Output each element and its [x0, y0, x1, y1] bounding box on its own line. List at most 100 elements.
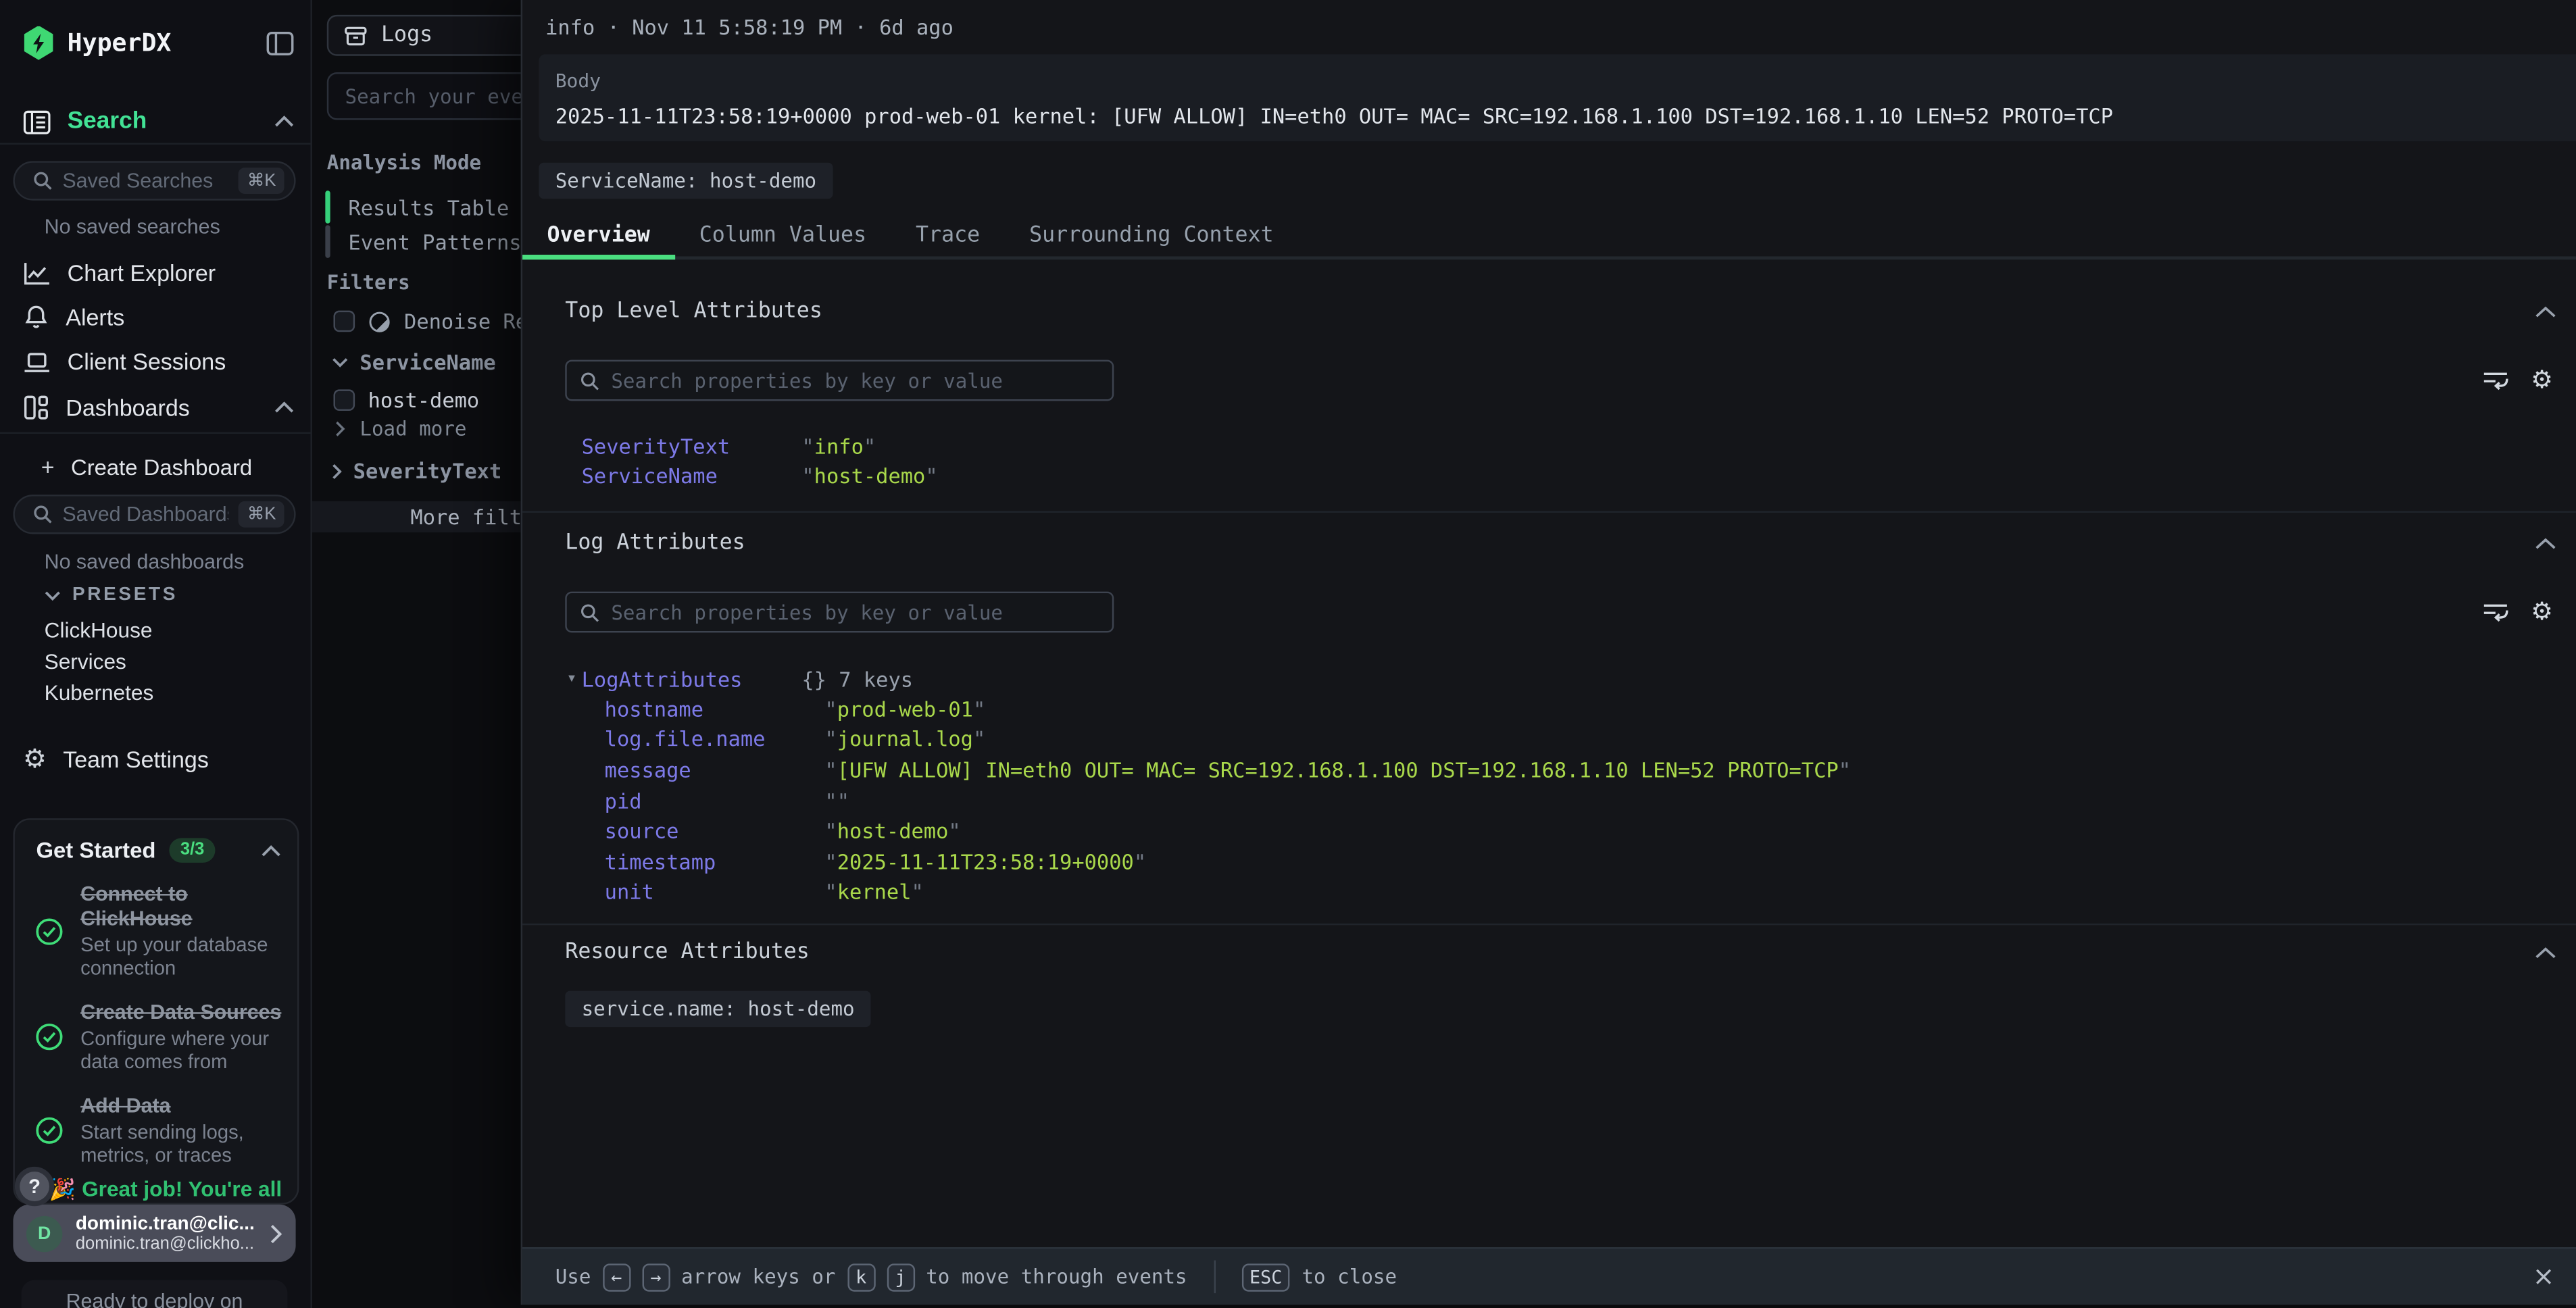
get-started-item[interactable]: Connect to ClickHouse Set up your databa…: [15, 863, 297, 981]
check-circle-icon: [34, 1022, 64, 1052]
attribute-value[interactable]: host-demo: [824, 819, 960, 843]
close-icon[interactable]: ×: [2533, 1263, 2555, 1290]
attribute-row[interactable]: log.file.name journal.log: [605, 724, 1851, 755]
create-dashboard-button[interactable]: + Create Dashboard: [41, 445, 294, 488]
denoise-icon: [368, 309, 391, 332]
attribute-key[interactable]: source: [605, 819, 825, 843]
divider: [0, 432, 310, 434]
log-attributes-parent-row[interactable]: ▾ LogAttributes {} 7 keys: [568, 664, 913, 695]
denoise-checkbox[interactable]: [334, 311, 355, 332]
attribute-key[interactable]: LogAttributes: [582, 667, 802, 691]
divider: [0, 143, 310, 145]
sidebar-item-alerts[interactable]: Alerts: [23, 296, 294, 338]
attribute-row[interactable]: unit kernel: [605, 877, 1851, 907]
sidebar-item-chart-explorer[interactable]: Chart Explorer: [23, 251, 294, 294]
attribute-value[interactable]: 2025-11-11T23:58:19+0000: [824, 849, 1146, 874]
attribute-key[interactable]: log.file.name: [605, 727, 825, 751]
load-more-button[interactable]: Load more: [335, 418, 467, 441]
tab-overview[interactable]: Overview: [522, 216, 674, 257]
filter-group-servicename[interactable]: ServiceName: [332, 350, 496, 374]
mode-results-table[interactable]: Results Table: [325, 191, 509, 224]
user-menu[interactable]: D dominic.tran@clic... dominic.tran@clic…: [13, 1205, 295, 1262]
attribute-row[interactable]: ServiceName host-demo: [582, 461, 938, 491]
attribute-row[interactable]: pid: [605, 785, 1851, 815]
sidebar-item-team-settings[interactable]: ⚙ Team Settings: [23, 738, 294, 780]
attribute-value[interactable]: kernel: [824, 880, 923, 904]
attribute-row[interactable]: timestamp 2025-11-11T23:58:19+0000: [605, 847, 1851, 877]
attribute-key[interactable]: message: [605, 757, 825, 782]
saved-dashboards-input[interactable]: [62, 503, 229, 526]
ready-to-deploy-banner[interactable]: Ready to deploy on: [22, 1280, 288, 1308]
get-started-item[interactable]: Add Data Start sending logs, metrics, or…: [15, 1074, 297, 1167]
gear-icon[interactable]: ⚙: [2531, 600, 2553, 624]
help-button[interactable]: ?: [15, 1167, 54, 1206]
wrap-lines-icon[interactable]: [2481, 368, 2508, 393]
attribute-value[interactable]: info: [801, 434, 876, 458]
attribute-meta: {} 7 keys: [801, 667, 913, 691]
collapse-sidebar-icon[interactable]: [266, 30, 294, 55]
sidebar-item-label: Dashboards: [66, 395, 257, 421]
attribute-value[interactable]: [UFW ALLOW] IN=eth0 OUT= MAC= SRC=192.16…: [824, 757, 1851, 782]
attribute-row[interactable]: source host-demo: [605, 815, 1851, 846]
chevron-up-icon[interactable]: [274, 115, 294, 128]
preset-kubernetes[interactable]: Kubernetes: [45, 680, 154, 705]
top-level-search-box[interactable]: [565, 360, 1114, 401]
sidebar-item-dashboards[interactable]: Dashboards: [23, 386, 294, 429]
gear-icon[interactable]: ⚙: [2531, 368, 2553, 393]
saved-searches-search[interactable]: ⌘K: [13, 161, 295, 200]
filter-value-host-demo[interactable]: host-demo: [334, 388, 480, 412]
tab-surrounding-context[interactable]: Surrounding Context: [1005, 216, 1298, 257]
get-started-item[interactable]: Create Data Sources Configure where your…: [15, 980, 297, 1074]
filter-group-label: SeverityText: [353, 459, 502, 483]
attribute-row[interactable]: hostname prod-web-01: [605, 693, 1851, 724]
chevron-up-icon[interactable]: [2535, 305, 2556, 318]
host-demo-checkbox[interactable]: [334, 389, 355, 411]
tab-trace[interactable]: Trace: [891, 216, 1005, 257]
attribute-row[interactable]: message [UFW ALLOW] IN=eth0 OUT= MAC= SR…: [605, 755, 1851, 785]
presets-toggle[interactable]: PRESETS: [45, 585, 178, 605]
attribute-key[interactable]: pid: [605, 788, 825, 812]
attribute-value[interactable]: prod-web-01: [824, 697, 985, 721]
chevron-up-icon[interactable]: [262, 844, 281, 857]
attribute-key[interactable]: unit: [605, 880, 825, 904]
sidebar-item-client-sessions[interactable]: Client Sessions: [23, 340, 294, 382]
get-started-card: Get Started 3/3 Connect to ClickHouse Se…: [13, 818, 299, 1205]
resource-service-name-tag[interactable]: service.name: host-demo: [565, 991, 871, 1028]
saved-dashboards-search[interactable]: ⌘K: [13, 495, 295, 534]
check-circle-icon: [34, 917, 64, 947]
chevron-up-icon[interactable]: [2535, 946, 2556, 959]
attribute-key[interactable]: SeverityText: [582, 434, 802, 458]
preset-clickhouse[interactable]: ClickHouse: [45, 618, 153, 643]
attribute-key[interactable]: hostname: [605, 697, 825, 721]
section-divider: [522, 511, 2576, 512]
section-title: Resource Attributes: [565, 940, 2535, 964]
tab-column-values[interactable]: Column Values: [674, 216, 891, 257]
create-dashboard-label: Create Dashboard: [71, 455, 294, 479]
mode-event-patterns[interactable]: Event Patterns: [325, 225, 521, 258]
mode-label: Event Patterns: [348, 229, 521, 253]
service-name-tag[interactable]: ServiceName: host-demo: [539, 163, 833, 199]
get-started-header[interactable]: Get Started 3/3: [15, 820, 297, 863]
chevron-up-icon[interactable]: [2535, 536, 2556, 549]
log-attributes-search-box[interactable]: [565, 592, 1114, 633]
wrap-lines-icon[interactable]: [2481, 600, 2508, 624]
saved-searches-input[interactable]: [62, 170, 229, 193]
sidebar-item-search[interactable]: Search: [23, 100, 294, 143]
attribute-row[interactable]: SeverityText info: [582, 430, 938, 461]
attribute-key[interactable]: timestamp: [605, 849, 825, 874]
log-attributes-search-input[interactable]: [611, 601, 1099, 624]
triangle-down-icon[interactable]: ▾: [568, 672, 581, 685]
attribute-key[interactable]: ServiceName: [582, 464, 802, 488]
preset-services[interactable]: Services: [45, 649, 126, 674]
chart-explorer-icon: [23, 261, 51, 285]
chevron-up-icon[interactable]: [274, 401, 294, 413]
body-text[interactable]: 2025-11-11T23:58:19+0000 prod-web-01 ker…: [555, 103, 2563, 128]
no-saved-dashboards: No saved dashboards: [45, 551, 245, 574]
top-level-search-input[interactable]: [611, 369, 1099, 392]
detail-tabs: Overview Column Values Trace Surrounding…: [522, 216, 2576, 260]
attribute-value[interactable]: host-demo: [801, 464, 937, 488]
attribute-value[interactable]: journal.log: [824, 727, 985, 751]
filter-group-severitytext[interactable]: SeverityText: [332, 459, 501, 483]
chevron-down-icon: [45, 589, 61, 601]
attribute-value[interactable]: [824, 788, 849, 812]
